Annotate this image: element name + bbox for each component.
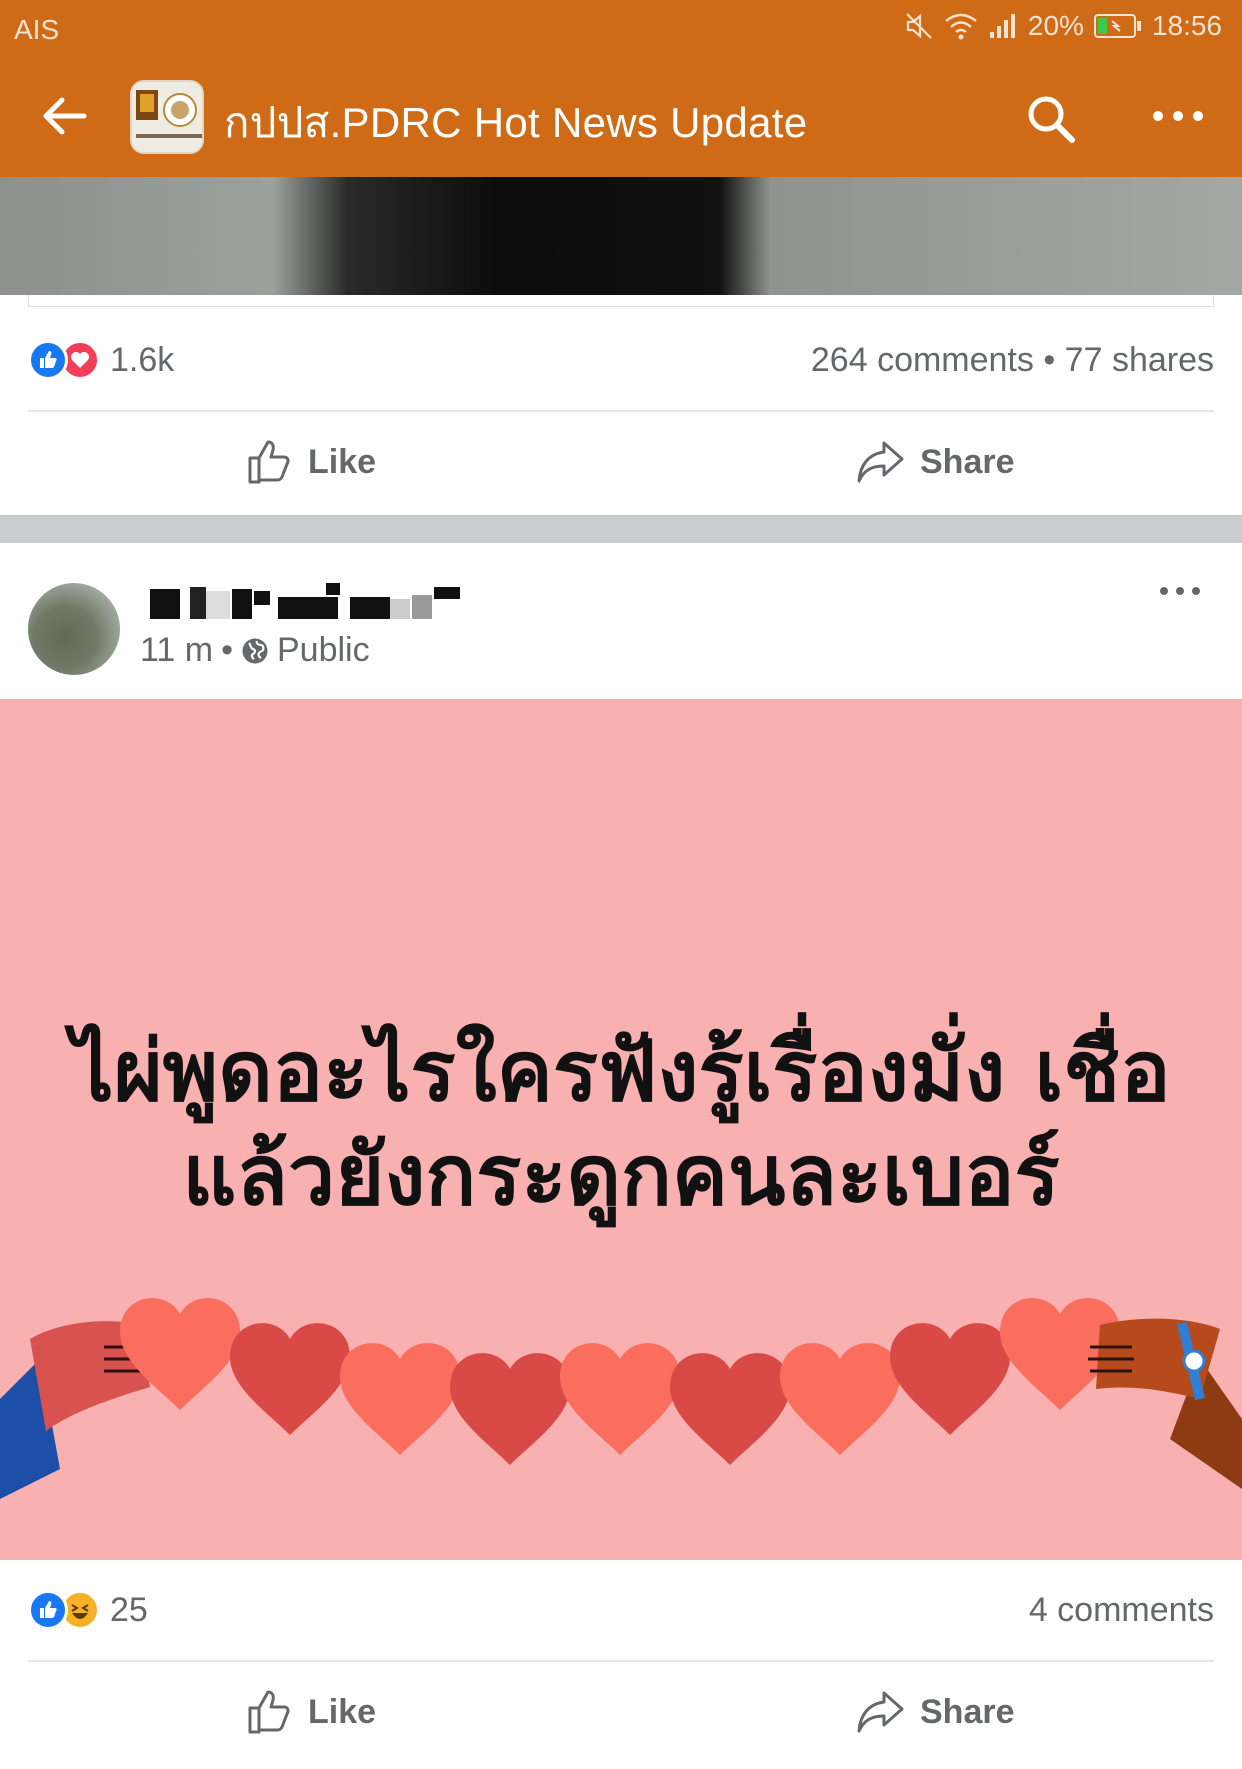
previous-post-stats: 1.6k 264 comments • 77 shares bbox=[28, 310, 1214, 410]
globe-icon bbox=[242, 638, 268, 663]
thumbs-up-icon bbox=[248, 1690, 290, 1734]
like-reaction-icon bbox=[28, 1590, 68, 1630]
post-image[interactable]: ไผ่พูดอะไรใครฟังรู้เรื่องมั่ง เชื่อ แล้ว… bbox=[0, 699, 1242, 1560]
post-meta: 11 m • Public bbox=[140, 631, 370, 670]
post-stats: 25 4 comments bbox=[28, 1560, 1214, 1660]
wifi-icon bbox=[945, 13, 977, 40]
page-title: กปปส.PDRC Hot News Update bbox=[224, 99, 808, 146]
battery-percent: 20% bbox=[1027, 10, 1084, 41]
hearts-garland-illustration bbox=[0, 1298, 1242, 1499]
signal-icon bbox=[989, 14, 1015, 38]
status-bar: AIS 20% 18:56 bbox=[0, 0, 1242, 56]
author-name-redacted[interactable] bbox=[150, 579, 490, 619]
reaction-summary[interactable]: 1.6k bbox=[28, 340, 174, 380]
like-button[interactable]: Like bbox=[246, 412, 376, 512]
app-bar: กปปส.PDRC Hot News Update bbox=[0, 70, 1242, 166]
battery-icon bbox=[1093, 14, 1141, 38]
reaction-icons bbox=[28, 1590, 102, 1630]
post-audience: Public bbox=[276, 631, 370, 669]
thumbs-up-icon bbox=[248, 440, 290, 484]
carrier-label: AIS bbox=[14, 14, 60, 45]
previous-post-actions: Like Share bbox=[0, 412, 1242, 512]
search-icon[interactable] bbox=[1024, 92, 1078, 146]
share-label: Share bbox=[920, 1692, 1015, 1731]
share-arrow-icon bbox=[857, 441, 904, 483]
comments-shares-count[interactable]: 264 comments • 77 shares bbox=[811, 341, 1214, 380]
reaction-count: 25 bbox=[110, 1590, 148, 1629]
reaction-summary[interactable]: 25 bbox=[28, 1590, 148, 1630]
post-time[interactable]: 11 m bbox=[140, 631, 213, 670]
meta-dot: • bbox=[221, 631, 233, 669]
page-logo-icon bbox=[132, 82, 202, 152]
reaction-count: 1.6k bbox=[110, 340, 175, 379]
status-icons: 20% 18:56 bbox=[904, 10, 1222, 42]
share-button[interactable]: Share bbox=[856, 412, 1015, 512]
previous-post-image[interactable] bbox=[0, 177, 1242, 307]
share-arrow-icon bbox=[857, 1691, 904, 1733]
clock: 18:56 bbox=[1151, 10, 1222, 41]
author-avatar[interactable] bbox=[28, 583, 120, 675]
like-reaction-icon bbox=[28, 340, 68, 380]
page-avatar[interactable] bbox=[130, 80, 204, 154]
post-options-icon[interactable] bbox=[1158, 581, 1202, 601]
like-label: Like bbox=[308, 442, 377, 481]
reaction-icons bbox=[28, 340, 102, 380]
share-button[interactable]: Share bbox=[856, 1662, 1015, 1762]
comments-count[interactable]: 4 comments bbox=[1029, 1591, 1214, 1630]
mute-icon bbox=[906, 13, 932, 39]
like-button[interactable]: Like bbox=[246, 1662, 376, 1762]
link-preview-border bbox=[28, 295, 1214, 307]
more-options-icon[interactable] bbox=[1150, 96, 1206, 136]
share-label: Share bbox=[920, 442, 1015, 481]
like-label: Like bbox=[308, 1692, 377, 1731]
post-actions: Like Share bbox=[0, 1662, 1242, 1762]
post-header: 11 m • Public bbox=[0, 543, 1242, 699]
app-header: AIS 20% 18:56 กปปส.PDRC Hot News Update bbox=[0, 0, 1242, 177]
back-arrow-icon[interactable] bbox=[40, 96, 88, 136]
feed-separator bbox=[0, 515, 1242, 543]
